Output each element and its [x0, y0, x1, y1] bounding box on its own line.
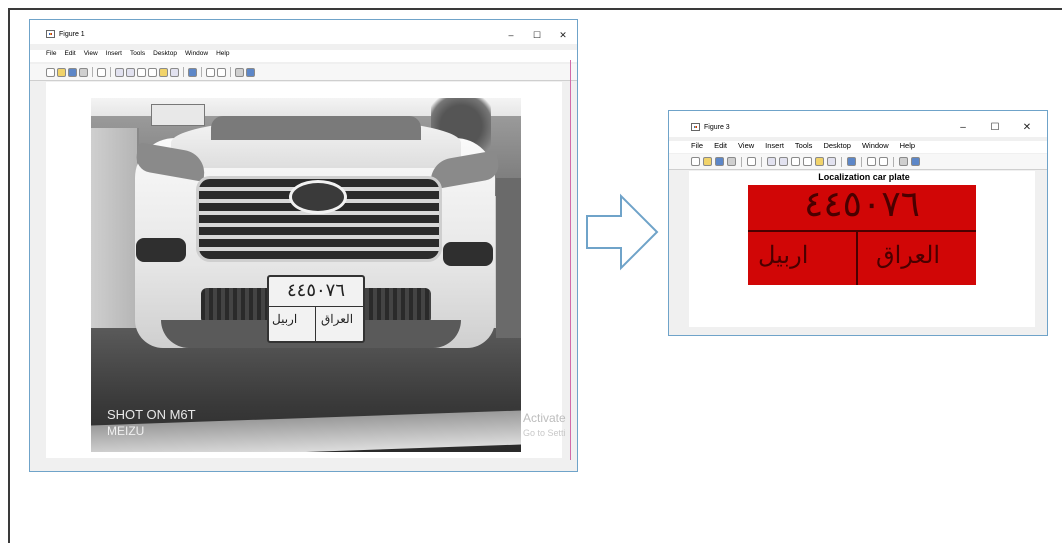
minimize-button[interactable]: –: [947, 122, 979, 133]
localized-plate-number: ٤٤٥٠٧٦: [803, 184, 920, 225]
car-license-plate: ٤٤٥٠٧٦ اربيل العراق: [267, 275, 365, 343]
camera-brand-watermark: MEIZU: [107, 424, 145, 438]
menu-file[interactable]: File: [691, 141, 703, 153]
right-arrow-icon: [586, 193, 659, 271]
pan-icon[interactable]: [137, 67, 146, 77]
pan-icon[interactable]: [791, 157, 800, 166]
link-icon[interactable]: [847, 157, 856, 166]
menu-insert[interactable]: Insert: [106, 50, 122, 62]
grid-icon[interactable]: [899, 157, 908, 166]
legend-icon[interactable]: [217, 67, 226, 77]
figure1-title: Figure 1: [59, 30, 85, 38]
zoom-in-icon[interactable]: [115, 67, 124, 77]
matlab-figure-icon: [691, 123, 700, 131]
menu-tools[interactable]: Tools: [795, 141, 813, 153]
link-icon[interactable]: [188, 67, 197, 77]
menu-window[interactable]: Window: [862, 141, 889, 153]
brush-icon[interactable]: [827, 157, 836, 166]
menu-view[interactable]: View: [84, 50, 98, 62]
save-icon[interactable]: [715, 157, 724, 166]
menu-desktop[interactable]: Desktop: [153, 50, 177, 62]
grid-icon[interactable]: [235, 67, 244, 77]
figure3-toolbar: [669, 154, 1047, 170]
figure3-titlebar[interactable]: Figure 3 – ☐ ✕: [669, 111, 1047, 137]
open-icon[interactable]: [57, 67, 66, 77]
colorbar-icon[interactable]: [206, 67, 215, 77]
menu-insert[interactable]: Insert: [765, 141, 784, 153]
print-icon[interactable]: [727, 157, 736, 166]
save-icon[interactable]: [68, 67, 77, 77]
figure1-titlebar[interactable]: Figure 1 – ☐ ✕: [30, 20, 577, 44]
legend-icon[interactable]: [879, 157, 888, 166]
plate-number: ٤٤٥٠٧٦: [286, 280, 345, 301]
new-file-icon[interactable]: [691, 157, 700, 166]
menu-desktop[interactable]: Desktop: [823, 141, 851, 153]
figure3-title: Figure 3: [704, 123, 730, 131]
menu-help[interactable]: Help: [900, 141, 915, 153]
activate-windows-text: Activate: [523, 411, 566, 425]
menu-tools[interactable]: Tools: [130, 50, 145, 62]
minimize-button[interactable]: –: [498, 30, 524, 41]
menu-view[interactable]: View: [738, 141, 754, 153]
plot-title: Localization car plate: [818, 172, 910, 182]
localized-plate-image: ٤٤٥٠٧٦ اربيل العراق: [748, 184, 976, 285]
figure3-menubar: File Edit View Insert Tools Desktop Wind…: [669, 141, 1047, 153]
localized-plate-city: اربيل: [758, 242, 809, 269]
figure1-menubar: File Edit View Insert Tools Desktop Wind…: [30, 50, 577, 62]
window-edge-line: [570, 60, 571, 460]
new-file-icon[interactable]: [46, 67, 55, 77]
activate-windows-subtext: Go to Setti: [523, 428, 566, 438]
plate-city-text: اربيل: [272, 312, 298, 326]
close-button[interactable]: ✕: [550, 30, 576, 41]
matlab-figure-icon: [46, 30, 55, 38]
data-cursor-icon[interactable]: [815, 157, 824, 166]
maximize-button[interactable]: ☐: [979, 122, 1011, 133]
menu-edit[interactable]: Edit: [714, 141, 727, 153]
data-cursor-icon[interactable]: [159, 67, 168, 77]
pointer-icon[interactable]: [747, 157, 756, 166]
camera-watermark: SHOT ON M6T: [107, 407, 196, 422]
menu-edit[interactable]: Edit: [64, 50, 75, 62]
dock-icon[interactable]: [246, 67, 255, 77]
brush-icon[interactable]: [170, 67, 179, 77]
shop-sign: [151, 104, 205, 126]
print-icon[interactable]: [79, 67, 88, 77]
zoom-out-icon[interactable]: [779, 157, 788, 166]
figure1-toolbar: [30, 64, 577, 81]
zoom-in-icon[interactable]: [767, 157, 776, 166]
menu-file[interactable]: File: [46, 50, 56, 62]
menu-window[interactable]: Window: [185, 50, 208, 62]
close-button[interactable]: ✕: [1011, 122, 1043, 133]
colorbar-icon[interactable]: [867, 157, 876, 166]
car-logo: [289, 180, 347, 214]
rotate-icon[interactable]: [148, 67, 157, 77]
menu-help[interactable]: Help: [216, 50, 229, 62]
plate-country-text: العراق: [321, 312, 354, 326]
localized-plate-country: العراق: [876, 242, 941, 269]
pointer-icon[interactable]: [97, 67, 106, 77]
open-icon[interactable]: [703, 157, 712, 166]
rotate-icon[interactable]: [803, 157, 812, 166]
car-photo: ٤٤٥٠٧٦ اربيل العراق SHOT ON M6T MEIZU: [91, 98, 521, 452]
maximize-button[interactable]: ☐: [524, 30, 550, 41]
zoom-out-icon[interactable]: [126, 67, 135, 77]
dock-icon[interactable]: [911, 157, 920, 166]
